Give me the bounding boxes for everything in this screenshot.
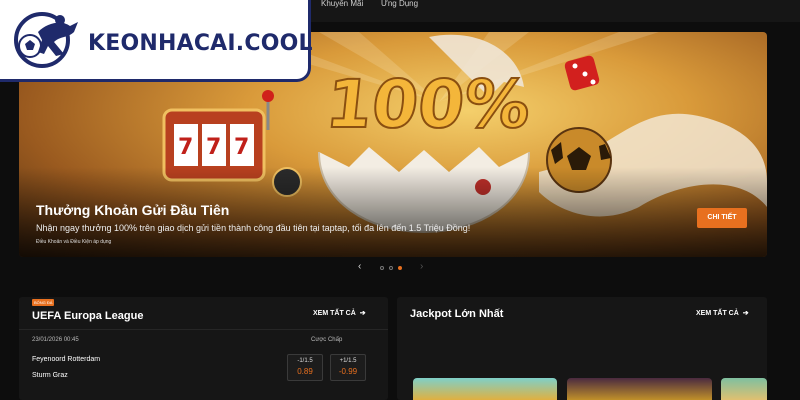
- see-all-label: XEM TẤT CẢ: [313, 310, 356, 317]
- hero-art-text: 100%: [322, 66, 534, 143]
- odd-handicap: -1/1.5: [297, 358, 313, 364]
- jackpot-title: Jackpot Lớn Nhất: [410, 308, 504, 320]
- odd-button-home[interactable]: -1/1.5 0.89: [287, 354, 323, 381]
- league-title: UEFA Europa League: [32, 310, 144, 322]
- nav-item-app[interactable]: Ứng Dụng: [381, 0, 418, 8]
- hero-title: Thưởng Khoản Gửi Đầu Tiên: [36, 202, 230, 218]
- odd-price: 0.89: [297, 367, 313, 376]
- slider-dot-3[interactable]: [398, 266, 402, 270]
- match-datetime: 23/01/2026 00:45: [32, 337, 79, 343]
- europa-league-card: BÓNG ĐÁ UEFA Europa League XEM TẤT CẢ ➔ 2…: [19, 297, 388, 400]
- hero-terms-link[interactable]: Điều Khoản và Điều Kiện áp dụng: [36, 239, 111, 245]
- odd-button-away[interactable]: +1/1.5 -0.99: [330, 354, 366, 381]
- logo-text: KEONHACAI.COOL: [88, 31, 313, 56]
- divider: [19, 329, 388, 330]
- odd-price: -0.99: [338, 367, 358, 376]
- away-team: Sturm Graz: [32, 372, 68, 379]
- odd-handicap: +1/1.5: [339, 358, 357, 364]
- details-button[interactable]: CHI TIẾT: [697, 208, 747, 228]
- slider-prev-icon[interactable]: ‹: [358, 261, 361, 272]
- svg-text:7: 7: [234, 135, 249, 160]
- slider-next-icon[interactable]: ›: [420, 261, 423, 272]
- svg-text:7: 7: [178, 135, 193, 160]
- slider-dot-2[interactable]: [389, 266, 393, 270]
- see-all-link[interactable]: XEM TẤT CẢ ➔: [313, 309, 366, 317]
- nav-item-promotions[interactable]: Khuyến Mãi: [321, 0, 363, 8]
- logo-card[interactable]: KEONHACAI.COOL: [0, 0, 313, 82]
- sport-badge: BÓNG ĐÁ: [32, 299, 55, 306]
- game-thumbnail-3[interactable]: [721, 378, 767, 400]
- see-all-link[interactable]: XEM TẤT CẢ ➔: [696, 309, 749, 317]
- game-thumbnail-2[interactable]: [567, 378, 712, 400]
- game-thumbnail-1[interactable]: [413, 378, 557, 400]
- odds-header: Cược Chấp: [311, 337, 343, 343]
- slider-dot-1[interactable]: [380, 266, 384, 270]
- hero-description: Nhận ngay thưởng 100% trên giao dịch gửi…: [36, 223, 471, 233]
- home-team: Feyenoord Rotterdam: [32, 356, 101, 363]
- arrow-right-icon: ➔: [742, 310, 749, 317]
- see-all-label: XEM TẤT CẢ: [696, 310, 739, 317]
- arrow-right-icon: ➔: [359, 310, 366, 317]
- svg-text:7: 7: [206, 135, 221, 160]
- logo-icon: [14, 12, 78, 68]
